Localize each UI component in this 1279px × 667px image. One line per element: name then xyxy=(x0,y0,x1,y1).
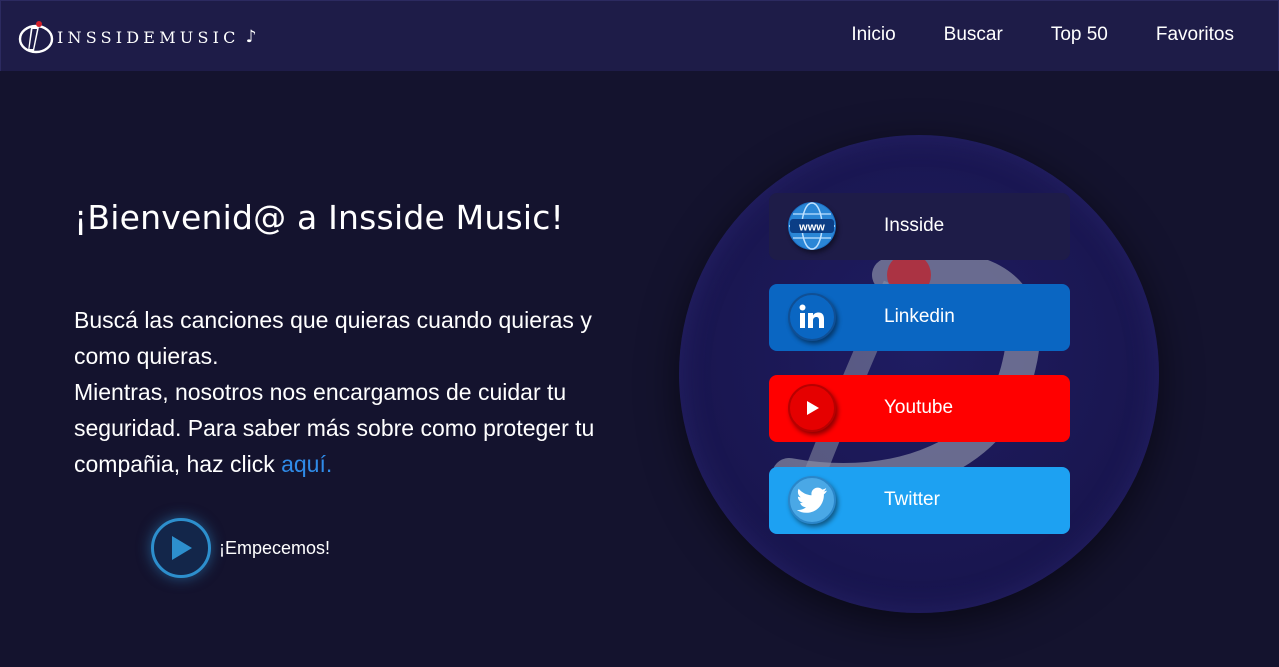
logo-mark-icon xyxy=(18,21,54,54)
start-button[interactable]: ¡Empecemos! xyxy=(151,518,330,578)
twitter-icon xyxy=(788,476,836,524)
svg-text:www: www xyxy=(798,222,825,234)
linkedin-icon xyxy=(788,293,836,341)
security-info-link[interactable]: aquí. xyxy=(281,451,332,477)
play-button[interactable] xyxy=(151,518,211,578)
main-nav: Inicio Buscar Top 50 Favoritos xyxy=(803,24,1234,46)
www-globe-icon: www xyxy=(788,202,836,250)
nav-item-favoritos[interactable]: Favoritos xyxy=(1156,24,1234,46)
brand-logo[interactable]: INSSIDEMUSIC ♪ xyxy=(17,18,256,56)
music-note-icon: ♪ xyxy=(245,27,257,47)
social-label-linkedin: Linkedin xyxy=(884,306,955,327)
page: INSSIDEMUSIC ♪ Inicio Buscar Top 50 Favo… xyxy=(0,0,1279,667)
intro-paragraph: Buscá las canciones que quieras cuando q… xyxy=(74,302,634,482)
social-link-insside[interactable]: www Insside xyxy=(769,193,1070,260)
navbar: INSSIDEMUSIC ♪ Inicio Buscar Top 50 Favo… xyxy=(0,0,1279,71)
brand-name: INSSIDEMUSIC xyxy=(57,27,240,47)
youtube-icon xyxy=(788,384,836,432)
intro-line-2: Mientras, nosotros nos encargamos de cui… xyxy=(74,379,595,477)
social-label-youtube: Youtube xyxy=(884,397,954,418)
nav-item-inicio[interactable]: Inicio xyxy=(851,24,895,46)
social-link-youtube[interactable]: Youtube xyxy=(769,375,1070,442)
social-link-twitter[interactable]: Twitter xyxy=(769,467,1070,534)
social-label-insside: Insside xyxy=(884,215,945,236)
intro-line-1: Buscá las canciones que quieras cuando q… xyxy=(74,307,592,369)
play-icon xyxy=(172,536,192,560)
page-title: ¡Bienvenid@ a Insside Music! xyxy=(74,198,564,237)
nav-item-buscar[interactable]: Buscar xyxy=(944,24,1003,46)
nav-item-top-50[interactable]: Top 50 xyxy=(1051,24,1108,46)
social-label-twitter: Twitter xyxy=(884,489,940,510)
start-label: ¡Empecemos! xyxy=(219,537,331,558)
social-link-linkedin[interactable]: Linkedin xyxy=(769,284,1070,351)
